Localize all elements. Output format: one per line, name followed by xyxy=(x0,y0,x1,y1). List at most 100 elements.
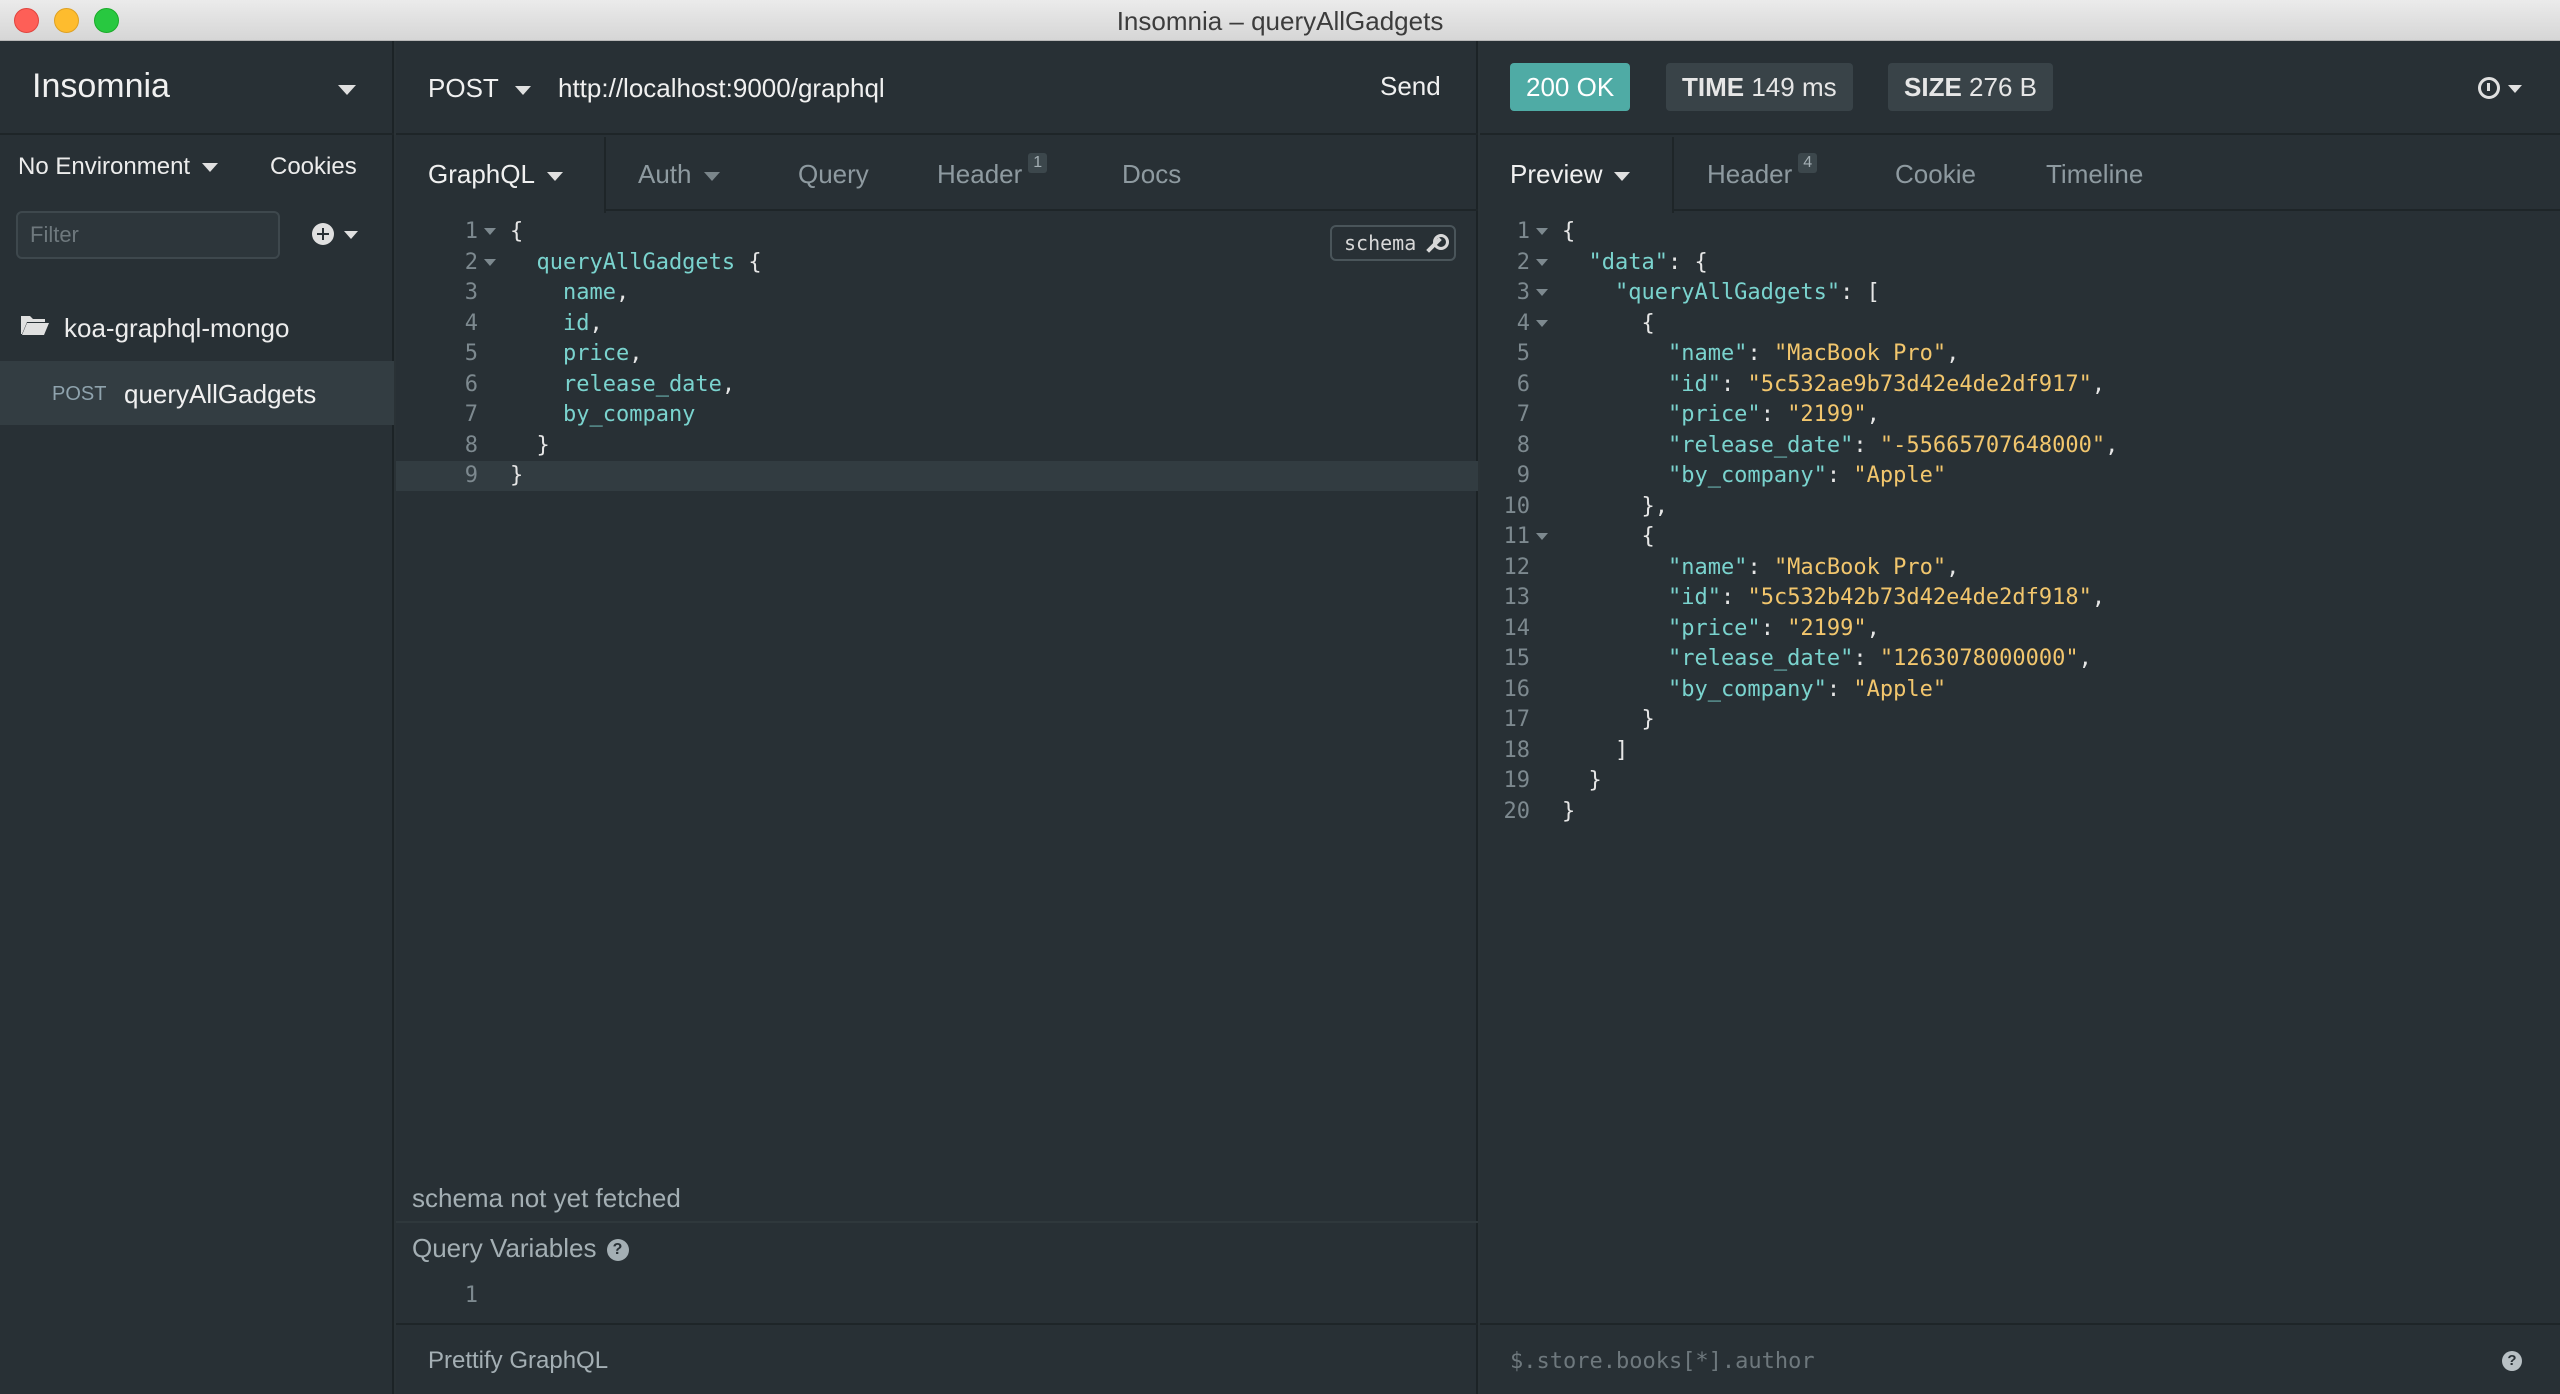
divider xyxy=(396,1221,1478,1223)
sidebar-item-request[interactable]: POST queryAllGadgets xyxy=(0,361,394,425)
size-label: SIZE xyxy=(1904,72,1962,102)
send-button[interactable]: Send xyxy=(1380,71,1441,102)
code-token: : xyxy=(1760,402,1788,427)
code-token: , xyxy=(615,280,630,305)
graphql-editor[interactable]: schema 1{2 queryAllGadgets {3 name, 4 id,… xyxy=(396,213,1478,1203)
code-token: } xyxy=(1562,768,1602,793)
prettify-graphql-button[interactable]: Prettify GraphQL xyxy=(428,1347,608,1375)
tab-response-header[interactable]: Header 4 xyxy=(1707,137,1818,211)
url-input[interactable] xyxy=(558,65,1198,111)
line-number: 8 xyxy=(464,432,478,458)
tab-preview[interactable]: Preview xyxy=(1480,137,1674,213)
tab-graphql[interactable]: GraphQL xyxy=(396,137,606,213)
workspace-menu[interactable]: Insomnia xyxy=(0,41,394,135)
code-text: "price": "2199", xyxy=(1562,614,1880,644)
chevron-down-icon xyxy=(338,85,356,95)
response-history-button[interactable] xyxy=(2476,75,2540,105)
code-token: "5c532b42b73d42e4de2df918" xyxy=(1747,585,2092,610)
line-number: 13 xyxy=(1503,585,1531,610)
line-number: 4 xyxy=(464,310,478,336)
schema-status: schema not yet fetched xyxy=(412,1183,681,1213)
query-variables-label: Query Variables xyxy=(412,1233,597,1263)
fold-toggle-icon[interactable] xyxy=(1536,533,1548,540)
tab-cookie[interactable]: Cookie xyxy=(1895,137,1976,211)
code-line: 1{ xyxy=(1480,217,2560,247)
sidebar: Insomnia No Environment Cookies koa-grap… xyxy=(0,41,394,1394)
help-icon[interactable]: ? xyxy=(2502,1351,2522,1371)
code-token: queryAllGadgets xyxy=(510,249,736,275)
environment-select[interactable]: No Environment xyxy=(18,153,219,181)
window-title: Insomnia – queryAllGadgets xyxy=(1116,6,1444,36)
request-footer: Prettify GraphQL xyxy=(396,1323,1478,1394)
code-token: "id" xyxy=(1562,371,1721,397)
fold-toggle-icon[interactable] xyxy=(1536,228,1548,235)
response-filter-input[interactable] xyxy=(1510,1341,2410,1381)
chevron-down-icon xyxy=(344,231,358,239)
code-text: "data": { xyxy=(1562,248,1708,278)
cookies-button[interactable]: Cookies xyxy=(270,153,357,181)
tab-auth[interactable]: Auth xyxy=(638,137,720,211)
code-line: 15 "release_date": "1263078000000", xyxy=(1480,644,2560,674)
code-line: 3 "queryAllGadgets": [ xyxy=(1480,278,2560,308)
code-line: 20} xyxy=(1480,797,2560,827)
line-number: 17 xyxy=(1503,707,1531,732)
code-token: "MacBook Pro" xyxy=(1773,341,1947,366)
tab-label: Preview xyxy=(1510,159,1603,189)
sidebar-filter-input[interactable] xyxy=(16,211,280,259)
fold-toggle-icon[interactable] xyxy=(1536,258,1548,266)
code-token: "MacBook Pro" xyxy=(1773,554,1947,580)
environment-label: No Environment xyxy=(18,153,191,180)
code-text: }, xyxy=(1562,492,1668,522)
response-body-viewer[interactable]: 1{2 "data": {3 "queryAllGadgets": [4 {5 … xyxy=(1480,213,2560,1313)
code-token: : { xyxy=(1667,249,1708,275)
fold-toggle-icon[interactable] xyxy=(484,228,496,235)
code-token: : xyxy=(1853,646,1880,671)
code-token: : xyxy=(1747,341,1774,366)
code-text: } xyxy=(1562,766,1602,796)
code-token: , xyxy=(1946,341,1960,366)
add-request-button[interactable] xyxy=(310,219,370,253)
line-number: 20 xyxy=(1503,798,1531,824)
line-number: 1 xyxy=(1516,219,1530,244)
code-line: 6 "id": "5c532ae9b73d42e4de2df917", xyxy=(1480,370,2560,400)
folder-open-icon xyxy=(21,316,49,335)
code-text: { xyxy=(510,217,523,247)
request-method-tag: POST xyxy=(52,383,107,405)
code-token: : xyxy=(1760,615,1788,641)
response-footer: ? xyxy=(1480,1323,2560,1394)
line-number: 16 xyxy=(1503,676,1531,702)
method-select[interactable]: POST xyxy=(428,73,531,104)
code-line: 8 } xyxy=(396,431,1478,461)
fold-toggle-icon[interactable] xyxy=(1536,289,1548,296)
help-icon[interactable]: ? xyxy=(606,1239,629,1262)
tab-timeline[interactable]: Timeline xyxy=(2046,137,2143,211)
fold-toggle-icon[interactable] xyxy=(1536,319,1548,327)
line-number: 3 xyxy=(464,280,478,305)
tab-query[interactable]: Query xyxy=(798,137,869,211)
code-text: ] xyxy=(1562,736,1628,766)
code-token: { xyxy=(510,219,524,244)
code-text: queryAllGadgets { xyxy=(510,248,761,278)
sidebar-folder[interactable]: koa-graphql-mongo xyxy=(0,297,394,357)
code-line: 18 ] xyxy=(1480,736,2560,766)
header-count-badge: 1 xyxy=(1028,153,1048,173)
code-token: , xyxy=(629,341,643,366)
query-variables-editor[interactable]: 1 xyxy=(396,1281,1478,1311)
code-token: } xyxy=(1562,798,1576,824)
code-token: : xyxy=(1747,554,1774,580)
code-text: release_date, xyxy=(510,370,735,400)
code-token: name xyxy=(510,280,616,305)
tab-docs[interactable]: Docs xyxy=(1122,137,1181,211)
line-number: 6 xyxy=(464,371,478,397)
header-count-badge: 4 xyxy=(1798,153,1818,173)
line-number: 2 xyxy=(1516,249,1530,275)
tab-label: GraphQL xyxy=(428,159,535,189)
tab-header[interactable]: Header 1 xyxy=(937,137,1048,211)
code-token: "Apple" xyxy=(1853,676,1947,702)
code-line: 6 release_date, xyxy=(396,370,1478,400)
code-token: "2199" xyxy=(1787,402,1867,427)
fold-toggle-icon[interactable] xyxy=(484,258,496,266)
code-token: "name" xyxy=(1562,341,1748,366)
tab-label: Header xyxy=(1707,159,1793,189)
line-number: 19 xyxy=(1503,768,1531,793)
